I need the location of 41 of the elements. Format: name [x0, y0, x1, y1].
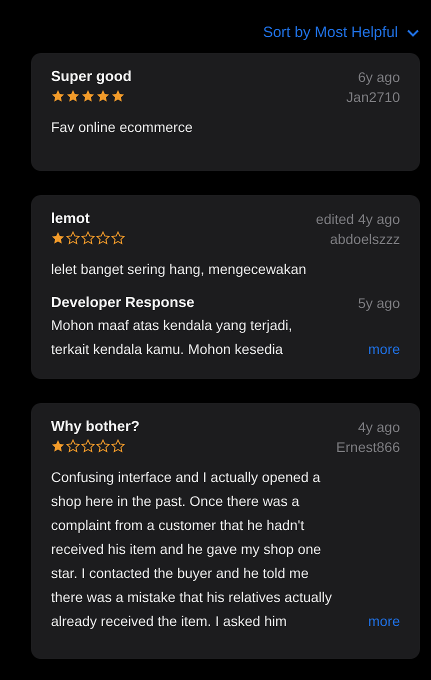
- review-text: already received the item. I asked him: [51, 612, 288, 631]
- review-text: Fav online ecommerce: [51, 118, 194, 137]
- review-date: edited 4y ago: [316, 211, 400, 227]
- review-text: Confusing interface and I actually opened a: [51, 468, 322, 487]
- author-name: Jan2710: [346, 89, 400, 105]
- more-link[interactable]: more: [360, 609, 400, 633]
- author-name: Ernest866: [336, 439, 400, 455]
- star-icon: [96, 89, 110, 103]
- star-icon: [111, 439, 125, 453]
- author-name: abdoelszzz: [330, 231, 400, 247]
- review-text: lelet banget sering hang, mengecewakan: [51, 260, 308, 279]
- review-text: shop here in the past. Once there was a: [51, 492, 300, 511]
- review-title: Why bother?: [51, 419, 140, 435]
- star-icon: [51, 231, 65, 245]
- chevron-down-icon: [406, 28, 420, 38]
- review-text: terkait kendala kamu. Mohon kesedia: [51, 340, 284, 359]
- more-link[interactable]: more: [360, 337, 400, 361]
- star-icon: [81, 89, 95, 103]
- response-title: Developer Response: [51, 295, 194, 311]
- review-text: there was a mistake that his relatives actually: [51, 588, 333, 607]
- star-icon: [96, 439, 110, 453]
- star-icon: [51, 89, 65, 103]
- star-icon: [111, 231, 125, 245]
- star-icon: [81, 439, 95, 453]
- star-icon: [96, 231, 110, 245]
- response-date: 5y ago: [358, 295, 400, 311]
- review-text: Mohon maaf atas kendala yang terjadi,: [51, 316, 294, 335]
- review-text: complaint from a customer that he hadn't: [51, 516, 306, 535]
- review-date: 4y ago: [358, 419, 400, 435]
- star-icon: [51, 439, 65, 453]
- star-icon: [66, 89, 80, 103]
- star-icon: [66, 439, 80, 453]
- review-title: lemot: [51, 211, 91, 227]
- review-text: received his item and he gave my shop one: [51, 540, 322, 559]
- star-icon: [66, 231, 80, 245]
- sort-button[interactable]: Sort by Most Helpful: [262, 24, 420, 41]
- star-icon: [81, 231, 95, 245]
- review-title: Super good: [51, 69, 132, 85]
- review-date: 6y ago: [358, 69, 400, 85]
- review-text: star. I contacted the buyer and he told me: [51, 564, 310, 583]
- star-icon: [111, 89, 125, 103]
